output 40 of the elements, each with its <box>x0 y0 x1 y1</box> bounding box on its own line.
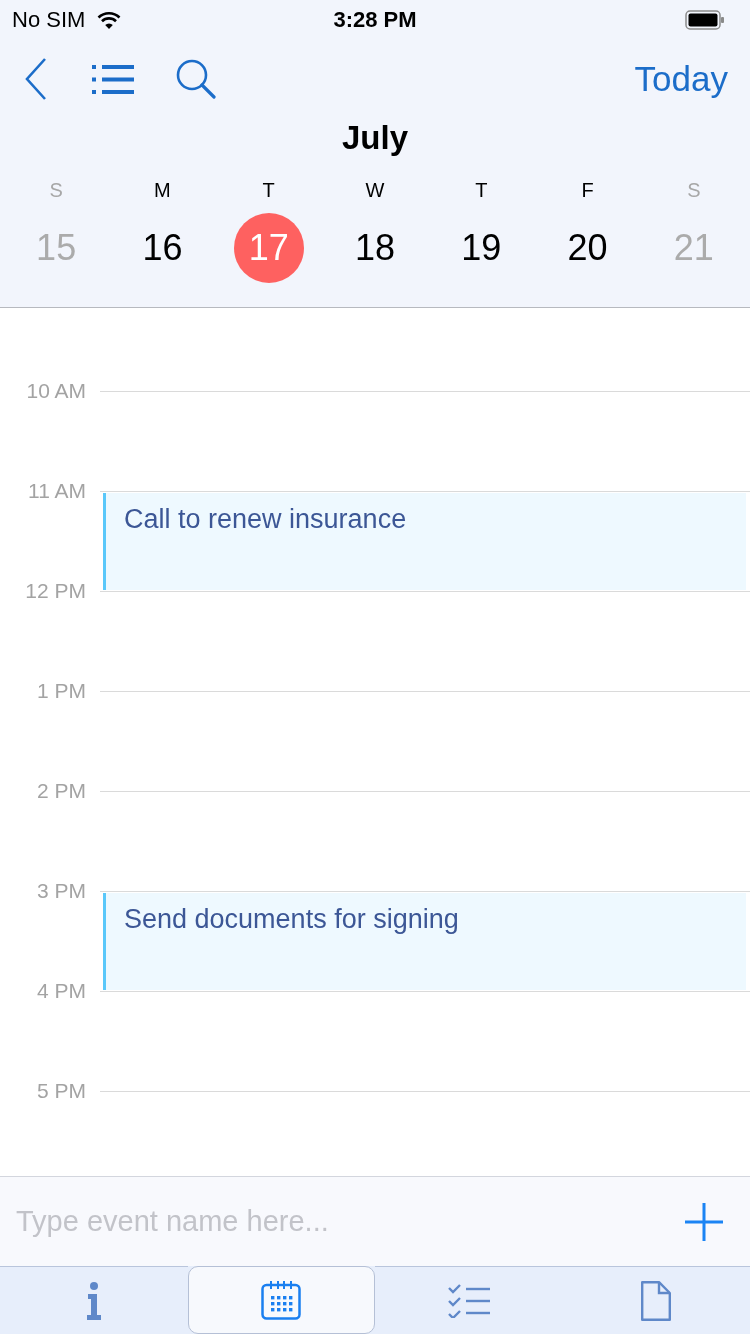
weekday-label: M <box>154 178 171 202</box>
add-button[interactable] <box>685 1202 723 1241</box>
plus-icon <box>685 1202 723 1241</box>
month-title: July <box>341 118 408 158</box>
hour-label: 4 PM <box>36 978 86 1004</box>
calendar-tab[interactable] <box>187 1266 375 1334</box>
checklist-icon <box>447 1283 490 1318</box>
event-card[interactable]: Send documents for signing <box>103 893 746 990</box>
weekday-label: T <box>475 178 488 202</box>
wifi-icon <box>97 11 122 29</box>
hour-label: 5 PM <box>36 1078 86 1104</box>
back-button[interactable] <box>25 58 47 100</box>
day-button[interactable]: 20 <box>552 213 623 283</box>
document-icon <box>641 1280 672 1321</box>
event-card[interactable]: Call to renew insurance <box>103 493 746 590</box>
today-button[interactable]: Today <box>634 58 728 100</box>
battery-icon <box>685 10 725 30</box>
hour-label: 2 PM <box>36 778 86 804</box>
hour-label: 10 AM <box>25 378 86 404</box>
day-button[interactable]: 16 <box>127 213 198 283</box>
weekday-label: S <box>49 178 63 202</box>
carrier-label: No SIM <box>12 7 86 33</box>
weekday-label: W <box>365 178 385 202</box>
hour-label: 1 PM <box>36 678 86 704</box>
list-button[interactable] <box>92 64 134 94</box>
clock-time: 3:28 PM <box>332 7 418 33</box>
chevron-left-icon <box>25 58 47 100</box>
weekday-label: F <box>581 178 594 202</box>
info-icon <box>85 1281 102 1320</box>
hour-label: 3 PM <box>36 878 86 904</box>
day-button[interactable]: 19 <box>446 213 517 283</box>
hour-label: 12 PM <box>24 578 86 604</box>
weekday-label: S <box>687 178 701 202</box>
list-icon <box>92 64 134 94</box>
day-button[interactable]: 18 <box>340 213 410 283</box>
search-icon <box>176 59 216 99</box>
weekday-label: T <box>262 178 275 202</box>
search-button[interactable] <box>176 59 216 99</box>
calendar-icon <box>261 1280 302 1320</box>
hour-label: 11 AM <box>27 478 86 504</box>
